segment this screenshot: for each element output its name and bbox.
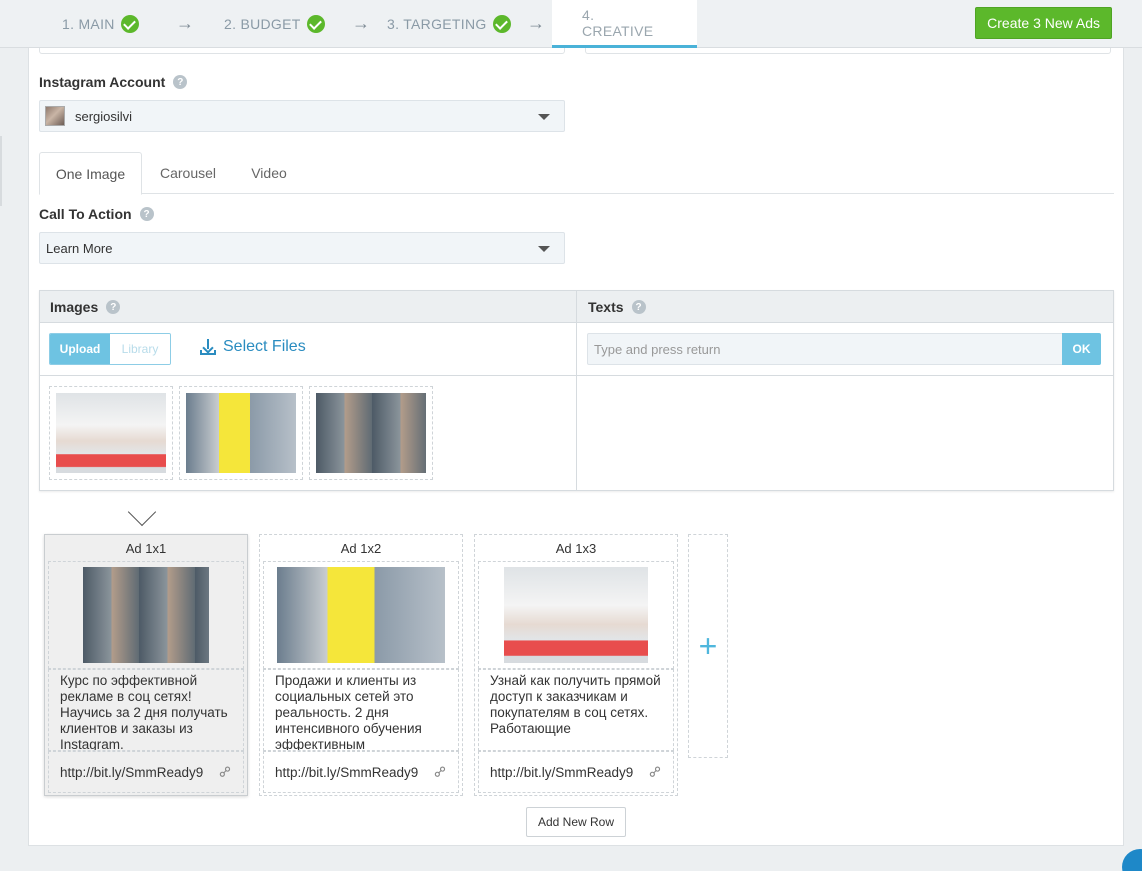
ad-image-slot[interactable] (478, 561, 674, 669)
caret-down-icon (538, 246, 550, 252)
text-input[interactable]: Type and press return (587, 333, 1063, 365)
call-to-action-label-text: Call To Action (39, 206, 132, 222)
chat-widget-icon[interactable] (1122, 849, 1142, 871)
call-to-action-label: Call To Action ? (39, 206, 154, 222)
library-toggle-button[interactable]: Library (110, 334, 170, 364)
images-label-text: Images (50, 299, 99, 315)
ad-link-url: http://bit.ly/SmmReady9 (490, 764, 634, 780)
image-thumbnail[interactable] (49, 386, 173, 480)
create-ads-button[interactable]: Create 3 New Ads (975, 7, 1112, 39)
caret-down-icon (538, 114, 550, 120)
ad-card[interactable]: Ad 1x3 Узнай как получить прямой доступ … (474, 534, 678, 796)
ad-title: Ad 1x1 (125, 541, 167, 556)
divider (576, 291, 577, 490)
add-ad-column-button[interactable]: + (688, 534, 728, 758)
tab-video[interactable]: Video (233, 152, 305, 194)
upload-toggle-button[interactable]: Upload (50, 334, 110, 364)
ad-image (277, 567, 445, 663)
image-thumbnail[interactable] (179, 386, 303, 480)
step-main[interactable]: 1. MAIN (62, 0, 139, 48)
tab-one-image[interactable]: One Image (39, 152, 142, 195)
previous-field-edge (39, 48, 565, 54)
ad-card[interactable]: Ad 1x2 Продажи и клиенты из социальных с… (259, 534, 463, 796)
images-label: Images ? (50, 299, 121, 315)
arrow-right-icon: → (527, 13, 545, 33)
ad-image-slot[interactable] (263, 561, 459, 669)
image-thumbnail[interactable] (309, 386, 433, 480)
check-circle-icon (306, 15, 325, 33)
link-icon[interactable]: ⚯ (430, 761, 452, 783)
image-source-toggle: Upload Library (49, 333, 171, 365)
step-budget-label: 2. BUDGET (224, 16, 301, 32)
link-icon[interactable]: ⚯ (645, 761, 667, 783)
instagram-account-select[interactable]: sergiosilvi (39, 100, 565, 132)
ad-text[interactable]: Продажи и клиенты из социальных сетей эт… (263, 669, 459, 751)
ad-link-url: http://bit.ly/SmmReady9 (60, 764, 204, 780)
creative-type-tabs: One Image Carousel Video (39, 152, 1114, 195)
step-targeting-label: 3. TARGETING (387, 16, 487, 32)
step-targeting[interactable]: 3. TARGETING (387, 0, 511, 48)
texts-label: Texts ? (588, 299, 646, 315)
step-budget[interactable]: 2. BUDGET (224, 0, 325, 48)
ad-link[interactable]: http://bit.ly/SmmReady9 ⚯ (478, 751, 674, 793)
link-icon[interactable]: ⚯ (215, 761, 237, 783)
add-new-row-button[interactable]: Add New Row (526, 807, 626, 837)
help-icon[interactable]: ? (106, 300, 121, 314)
divider (40, 375, 1113, 376)
ad-title: Ad 1x3 (555, 541, 597, 556)
step-creative-label: 4. CREATIVE (582, 6, 654, 39)
ad-image (56, 393, 166, 473)
help-icon[interactable]: ? (631, 300, 646, 314)
plus-icon: + (698, 627, 718, 664)
previous-field-edge (585, 48, 1111, 54)
scroll-edge (0, 136, 2, 206)
check-circle-icon (492, 15, 511, 33)
instagram-account-label: Instagram Account ? (39, 74, 188, 90)
ad-image (83, 567, 209, 663)
arrow-right-icon: → (176, 13, 194, 33)
texts-label-text: Texts (588, 299, 624, 315)
ad-image (316, 393, 426, 473)
wizard-stepper: 1. MAIN → 2. BUDGET → 3. TARGETING → 4. … (0, 0, 1142, 48)
ad-image (186, 393, 296, 473)
step-creative[interactable]: 4. CREATIVE (552, 0, 697, 48)
creative-panel: Instagram Account ? sergiosilvi One Imag… (28, 48, 1124, 846)
tab-carousel[interactable]: Carousel (148, 152, 228, 194)
help-icon[interactable]: ? (139, 207, 154, 221)
chevron-down-icon (127, 497, 157, 527)
arrow-right-icon: → (352, 13, 370, 33)
ok-button[interactable]: OK (1062, 333, 1101, 365)
select-files-link[interactable]: Select Files (200, 338, 306, 356)
ad-card[interactable]: Ad 1x1 Курс по эффективной рекламе в соц… (44, 534, 248, 796)
avatar (45, 106, 65, 126)
download-icon (200, 339, 216, 355)
images-texts-box: Images ? Texts ? Upload Library Select F… (39, 290, 1114, 491)
ad-image-slot[interactable] (48, 561, 244, 669)
ad-title: Ad 1x2 (340, 541, 382, 556)
ad-link[interactable]: http://bit.ly/SmmReady9 ⚯ (48, 751, 244, 793)
check-circle-icon (120, 15, 139, 33)
call-to-action-value: Learn More (46, 240, 113, 256)
call-to-action-select[interactable]: Learn More (39, 232, 565, 264)
select-files-label: Select Files (223, 338, 306, 355)
ad-text[interactable]: Курс по эффективной рекламе в соц сетях!… (48, 669, 244, 751)
instagram-account-label-text: Instagram Account (39, 74, 166, 90)
ad-link[interactable]: http://bit.ly/SmmReady9 ⚯ (263, 751, 459, 793)
instagram-account-value: sergiosilvi (75, 108, 133, 124)
step-main-label: 1. MAIN (62, 16, 115, 32)
help-icon[interactable]: ? (173, 75, 188, 89)
ad-image (504, 567, 648, 663)
ad-text[interactable]: Узнай как получить прямой доступ к заказ… (478, 669, 674, 751)
ad-link-url: http://bit.ly/SmmReady9 (275, 764, 419, 780)
